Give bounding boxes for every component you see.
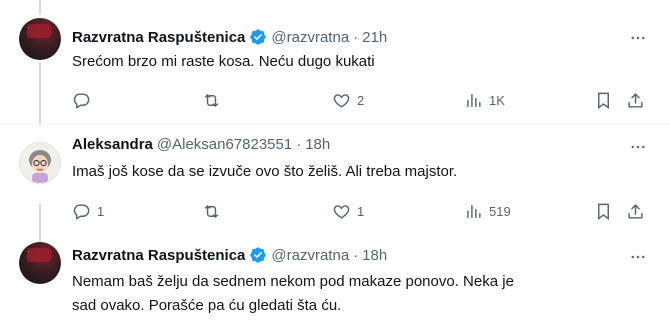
views-icon xyxy=(467,204,481,218)
author-handle[interactable]: @Aleksan67823551 xyxy=(157,136,292,153)
views-button[interactable]: 519 xyxy=(464,199,511,223)
separator-dot: · xyxy=(296,136,302,153)
tweet[interactable]: Razvratna Raspuštenica @razvratna · 21h … xyxy=(0,0,670,124)
bookmark-button[interactable] xyxy=(594,199,613,223)
tweet-header: Razvratna Raspuštenica @razvratna · 21h xyxy=(72,28,387,46)
retweet-icon xyxy=(204,93,219,107)
separator-dot: · xyxy=(353,246,359,264)
timestamp[interactable]: 18h xyxy=(305,136,330,153)
reply-button[interactable] xyxy=(72,88,91,112)
tweet-header: Aleksandra @Aleksan67823551 · 18h xyxy=(72,136,330,153)
tweet-text: Imaš još kose da se izvuče ovo što želiš… xyxy=(72,163,458,180)
tweet-text: Nemam baš želju da sednem nekom pod maka… xyxy=(72,273,514,314)
cartoon-avatar-icon xyxy=(29,150,51,183)
separator-dot: · xyxy=(353,28,359,46)
reply-icon xyxy=(73,92,90,109)
timestamp[interactable]: 18h xyxy=(362,247,387,264)
verified-badge-icon xyxy=(250,247,267,263)
reply-count: 1 xyxy=(97,203,105,219)
author-handle[interactable]: @razvratna xyxy=(271,247,349,264)
author-handle[interactable]: @razvratna xyxy=(271,29,349,46)
bookmark-icon xyxy=(598,203,609,220)
reply-button[interactable]: 1 xyxy=(72,199,104,223)
more-icon[interactable] xyxy=(628,137,648,157)
author-name[interactable]: Aleksandra xyxy=(72,136,153,153)
bookmark-icon xyxy=(598,92,609,109)
avatar[interactable] xyxy=(19,142,61,184)
like-icon xyxy=(333,204,350,219)
like-icon xyxy=(333,93,350,108)
timestamp[interactable]: 21h xyxy=(362,29,387,46)
avatar[interactable] xyxy=(19,18,61,60)
verified-badge-icon xyxy=(250,29,267,45)
views-count: 519 xyxy=(489,203,511,219)
author-name[interactable]: Razvratna Raspuštenica xyxy=(72,29,245,46)
tweet-text: Srećom brzo mi raste kosa. Neću dugo kuk… xyxy=(72,53,375,70)
like-count: 1 xyxy=(357,203,365,219)
like-button[interactable]: 2 xyxy=(332,88,364,112)
views-count: 1K xyxy=(489,92,505,108)
tweet[interactable]: Razvratna Raspuštenica @razvratna · 18h … xyxy=(0,242,670,321)
retweet-icon xyxy=(204,204,219,218)
avatar[interactable] xyxy=(19,242,61,284)
retweet-button[interactable] xyxy=(202,88,221,112)
share-button[interactable] xyxy=(626,88,645,112)
retweet-button[interactable] xyxy=(202,199,221,223)
views-button[interactable]: 1K xyxy=(464,88,505,112)
more-icon[interactable] xyxy=(628,28,648,48)
share-button[interactable] xyxy=(626,199,645,223)
share-icon xyxy=(628,203,643,219)
bookmark-button[interactable] xyxy=(594,88,613,112)
like-count: 2 xyxy=(357,92,365,108)
more-icon[interactable] xyxy=(628,247,648,267)
reply-icon xyxy=(73,203,90,220)
share-icon xyxy=(628,92,643,108)
tweet[interactable]: Aleksandra @Aleksan67823551 · 18h Imaš j… xyxy=(0,124,670,242)
tweet-header: Razvratna Raspuštenica @razvratna · 18h xyxy=(72,246,387,264)
author-name[interactable]: Razvratna Raspuštenica xyxy=(72,247,245,264)
like-button[interactable]: 1 xyxy=(332,199,364,223)
views-icon xyxy=(467,93,481,107)
